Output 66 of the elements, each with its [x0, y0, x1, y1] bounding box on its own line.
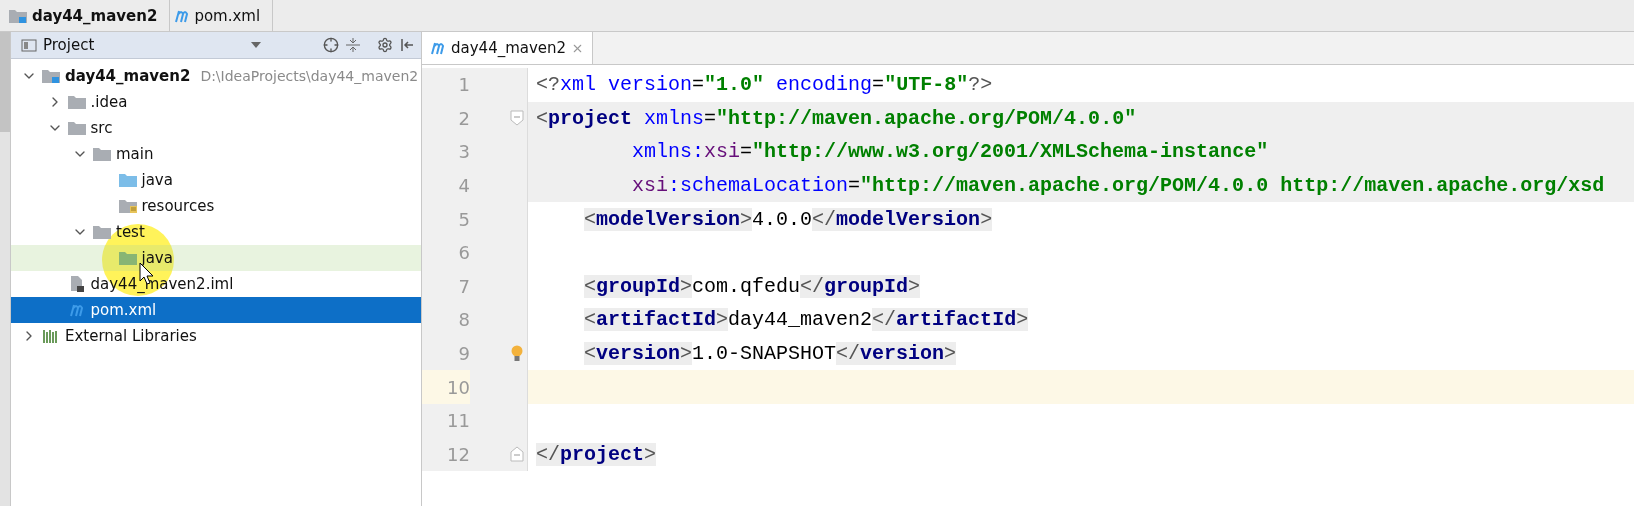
- panel-title[interactable]: Project: [43, 36, 95, 54]
- folder-icon: [66, 120, 87, 136]
- line-number: 9: [457, 342, 470, 367]
- code-line: <artifactId>day44_maven2</artifactId>: [584, 308, 1029, 332]
- tree-item-label: .idea: [90, 93, 128, 111]
- tree-item[interactable]: src: [11, 115, 421, 141]
- hide-panel-icon[interactable]: [399, 37, 415, 53]
- locate-icon[interactable]: [323, 37, 339, 53]
- line-number: 3: [457, 140, 470, 165]
- maven-icon: [430, 41, 446, 55]
- library-icon: [42, 328, 60, 344]
- line-number: 1: [457, 73, 470, 98]
- tree-item-label: resources: [141, 197, 215, 215]
- breadcrumb[interactable]: pom.xml: [170, 0, 274, 32]
- editor-tab[interactable]: day44_maven2: [422, 32, 594, 64]
- dropdown-caret-icon[interactable]: [251, 42, 261, 48]
- maven-icon: [174, 8, 191, 23]
- breadcrumb[interactable]: day44_maven2: [4, 0, 171, 32]
- folder-icon: [117, 172, 138, 188]
- tree-item-label: test: [116, 223, 145, 241]
- tree-item-label: src: [90, 119, 113, 137]
- code-line: <modelVersion>4.0.0</modelVersion>: [584, 207, 993, 231]
- tree-item[interactable]: day44_maven2 D:\IdeaProjects\day44_maven2: [11, 63, 421, 89]
- tree-item-label: java: [141, 171, 173, 189]
- module-icon: [41, 68, 61, 84]
- code-line: xsi:schemaLocation="http://maven.apache.org/POM/4.0.0 http://maven.apache.org/xsd: [632, 174, 1605, 198]
- tree-item[interactable]: java: [11, 167, 421, 193]
- tree-item[interactable]: main: [11, 141, 421, 167]
- tree-item[interactable]: pom.xml: [11, 297, 421, 323]
- tree-item[interactable]: resources: [11, 193, 421, 219]
- code-line: <?xml version="1.0" encoding="UTF-8"?>: [536, 73, 993, 97]
- project-path: D:\IdeaProjects\day44_maven2: [200, 68, 419, 84]
- lightbulb-icon[interactable]: [510, 344, 524, 363]
- line-number: 4: [457, 174, 470, 199]
- line-number: 2: [457, 106, 470, 131]
- line-number: 10: [422, 370, 470, 404]
- project-view-icon: [21, 38, 37, 52]
- module-icon: [8, 7, 28, 24]
- line-number: 5: [457, 207, 470, 232]
- code-line: <groupId>com.qfedu</groupId>: [584, 274, 921, 298]
- tree-item-label: java: [141, 249, 173, 267]
- tree-item[interactable]: java: [11, 245, 421, 271]
- line-number: 7: [457, 274, 470, 299]
- file-icon: [68, 275, 85, 293]
- code-line: xmlns:xsi="http://www.w3.org/2001/XMLSchema-instance": [632, 140, 1269, 164]
- code-line: </project>: [536, 442, 657, 466]
- folder-icon: [66, 94, 87, 110]
- tree-item-label: main: [116, 145, 154, 163]
- tree-item-label: External Libraries: [65, 327, 197, 345]
- tree-item[interactable]: .idea: [11, 89, 421, 115]
- tree-item[interactable]: test: [11, 219, 421, 245]
- folder-icon: [92, 224, 112, 240]
- line-number: 12: [446, 442, 470, 467]
- collapse-all-icon[interactable]: [345, 37, 361, 53]
- line-number: 11: [446, 409, 470, 434]
- tree-item[interactable]: External Libraries: [11, 323, 421, 349]
- code-line: <version>1.0-SNAPSHOT</version>: [584, 342, 957, 366]
- line-number: 6: [457, 241, 470, 266]
- folder-icon: [92, 146, 112, 162]
- maven-icon: [68, 303, 85, 317]
- tree-item-label: pom.xml: [90, 301, 157, 319]
- settings-icon[interactable]: [377, 37, 393, 53]
- code-line: <project xmlns="http://maven.apache.org/POM/4.0.0": [536, 106, 1137, 130]
- folder-icon: [117, 198, 138, 214]
- line-number: 8: [457, 308, 470, 333]
- tree-item-label: day44_maven2: [65, 67, 191, 85]
